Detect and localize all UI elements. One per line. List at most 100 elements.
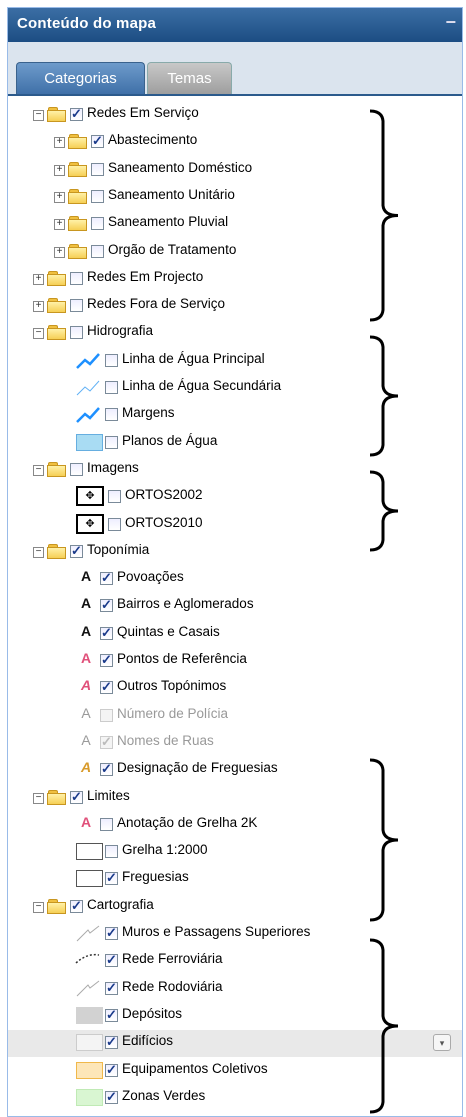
collapse-toggle-icon[interactable]: − (33, 792, 44, 804)
layer-label[interactable]: Saneamento Unitário (108, 187, 235, 202)
layer-label[interactable]: Orgão de Tratamento (108, 242, 236, 257)
panel-title: Conteúdo do mapa (17, 15, 157, 32)
expand-icon[interactable]: + (33, 273, 44, 285)
layer-label[interactable]: Designação de Freguesias (117, 760, 278, 775)
layer-checkbox[interactable] (100, 652, 113, 668)
layer-checkbox[interactable] (105, 353, 118, 367)
layer-checkbox[interactable] (105, 435, 118, 449)
layer-checkbox[interactable] (105, 1089, 118, 1105)
layer-checkbox[interactable] (105, 1062, 118, 1078)
layer-tree: − Redes Em Serviço + Abastecimento + Saneamen… (8, 96, 462, 1116)
collapse-icon[interactable]: − (445, 12, 456, 33)
layer-checkbox[interactable] (91, 189, 104, 203)
layer-label[interactable]: Saneamento Doméstico (108, 160, 252, 175)
layer-checkbox[interactable] (100, 597, 113, 613)
layer-label[interactable]: Hidrografia (87, 323, 153, 338)
layer-checkbox[interactable] (105, 870, 118, 886)
expand-icon[interactable]: + (54, 191, 65, 203)
layer-label[interactable]: Nomes de Ruas (117, 733, 214, 748)
layer-label[interactable]: Zonas Verdes (122, 1088, 205, 1103)
layer-label[interactable]: Linha de Água Principal (122, 351, 265, 366)
layer-checkbox[interactable] (108, 490, 121, 504)
layer-label[interactable]: Outros Topónimos (117, 678, 226, 693)
layer-label[interactable]: Margens (122, 405, 175, 420)
folder-icon (68, 161, 87, 177)
layer-checkbox[interactable] (105, 952, 118, 968)
layer-label[interactable]: Grelha 1:2000 (122, 842, 208, 857)
layer-label[interactable]: Depósitos (122, 1006, 182, 1021)
letter-a-icon: A (80, 759, 92, 776)
layer-checkbox[interactable] (105, 1007, 118, 1023)
layer-checkbox[interactable] (100, 625, 113, 641)
layer-label[interactable]: Freguesias (122, 869, 189, 884)
layer-checkbox[interactable] (100, 761, 113, 777)
layer-label[interactable]: Quintas e Casais (117, 624, 220, 639)
layer-checkbox[interactable] (100, 570, 113, 586)
collapse-toggle-icon[interactable]: − (33, 546, 44, 558)
layer-row: A Povoações (8, 566, 462, 593)
layer-checkbox[interactable] (70, 898, 83, 914)
layer-label[interactable]: Redes Fora de Serviço (87, 296, 225, 311)
layer-label[interactable]: Imagens (87, 460, 139, 475)
layer-checkbox[interactable] (70, 543, 83, 559)
layer-label[interactable]: Rede Ferroviária (122, 951, 223, 966)
expand-icon[interactable]: + (33, 301, 44, 313)
tab-categorias[interactable]: Categorias (16, 62, 145, 94)
layer-label[interactable]: Redes Em Serviço (87, 105, 199, 120)
layer-label[interactable]: Edifícios (122, 1033, 173, 1048)
expand-icon[interactable]: + (54, 246, 65, 258)
layer-label[interactable]: ORTOS2002 (125, 487, 203, 502)
layer-label[interactable]: Equipamentos Coletivos (122, 1061, 268, 1076)
layer-checkbox[interactable] (70, 299, 83, 313)
layer-label[interactable]: Redes Em Projecto (87, 269, 203, 284)
layer-label[interactable]: Limites (87, 788, 130, 803)
expand-icon[interactable]: + (54, 164, 65, 176)
layer-checkbox[interactable] (91, 244, 104, 258)
expand-icon[interactable]: + (54, 219, 65, 231)
layer-checkbox[interactable] (105, 845, 118, 859)
layer-checkbox[interactable] (70, 462, 83, 476)
layer-checkbox[interactable] (105, 1034, 118, 1050)
folder-icon (68, 216, 87, 232)
layer-checkbox[interactable] (105, 980, 118, 996)
layer-label[interactable]: Bairros e Aglomerados (117, 596, 254, 611)
collapse-toggle-icon[interactable]: − (33, 110, 44, 121)
expand-icon[interactable]: + (54, 137, 65, 149)
layer-label[interactable]: Rede Rodoviária (122, 979, 223, 994)
layer-label[interactable]: Planos de Água (122, 433, 217, 448)
layer-label[interactable]: Pontos de Referência (117, 651, 247, 666)
layer-row: A Outros Topónimos (8, 675, 462, 702)
layer-label[interactable]: Abastecimento (108, 132, 197, 147)
layer-checkbox[interactable] (100, 679, 113, 695)
layer-checkbox[interactable] (70, 271, 83, 285)
layer-checkbox[interactable] (105, 408, 118, 422)
chevron-down-icon[interactable]: ▾ (433, 1034, 451, 1052)
line-thick-blue-icon (75, 405, 101, 428)
layer-checkbox[interactable] (70, 326, 83, 340)
collapse-toggle-icon[interactable]: − (33, 328, 44, 340)
layer-checkbox[interactable] (91, 133, 104, 149)
collapse-toggle-icon[interactable]: − (33, 901, 44, 913)
folder-icon (47, 898, 66, 914)
layer-checkbox[interactable] (105, 381, 118, 394)
layer-checkbox[interactable] (100, 817, 113, 831)
tab-temas[interactable]: Temas (147, 62, 232, 94)
layer-checkbox[interactable] (105, 925, 118, 941)
layer-label[interactable]: Linha de Água Secundária (122, 378, 281, 393)
layer-label[interactable]: Anotação de Grelha 2K (117, 815, 257, 830)
layer-checkbox[interactable] (108, 517, 121, 531)
layer-label[interactable]: Toponímia (87, 542, 149, 557)
layer-checkbox[interactable] (70, 789, 83, 805)
collapse-toggle-icon[interactable]: − (33, 464, 44, 476)
layer-label[interactable]: Número de Polícia (117, 706, 228, 721)
layer-checkbox[interactable] (70, 106, 83, 122)
layer-label[interactable]: ORTOS2010 (125, 515, 203, 530)
line-thin-gray-icon (75, 924, 101, 947)
layer-checkbox[interactable] (91, 217, 104, 231)
layer-label[interactable]: Muros e Passagens Superiores (122, 924, 310, 939)
layer-label[interactable]: Cartografia (87, 897, 154, 912)
layer-checkbox[interactable] (91, 162, 104, 176)
layer-label[interactable]: Povoações (117, 569, 184, 584)
panel-header: Conteúdo do mapa − (8, 8, 462, 42)
layer-label[interactable]: Saneamento Pluvial (108, 214, 228, 229)
